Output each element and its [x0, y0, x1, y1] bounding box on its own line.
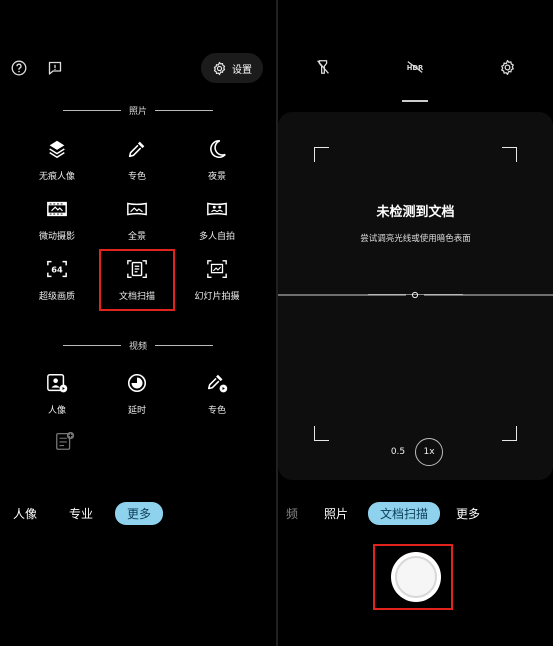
detection-status-title: 未检测到文档: [376, 205, 455, 220]
mode-seamless-portrait[interactable]: 无痕人像: [20, 130, 94, 190]
frame-corner-top-left: [314, 147, 329, 162]
layers-icon: [49, 140, 65, 158]
mode-menu-panel: 设置 照片 无痕人像 专色 夜景 微动摄影 全景 多人自拍 64 超级画质 文档…: [0, 0, 276, 646]
dropper-video-icon: [207, 374, 228, 393]
flash-off-icon: [317, 60, 329, 74]
mode-document-scan[interactable]: 文档扫描: [99, 249, 175, 311]
mode-spot-color[interactable]: 专色: [100, 130, 174, 190]
panorama-icon: [127, 202, 147, 216]
camera-viewfinder-panel: HDR 未检测到文档 尝试调亮光线或使用暗色表面 0.5 1x 频 照片 文档扫…: [278, 0, 553, 646]
document-scan-icon: [127, 260, 147, 278]
viewfinder[interactable]: 未检测到文档 尝试调亮光线或使用暗色表面 0.5 1x: [278, 112, 553, 480]
video-section-header: 视频: [0, 339, 276, 352]
gear-icon: [213, 61, 226, 75]
mode-tab-pro[interactable]: 专业: [69, 505, 93, 522]
settings-button[interactable]: 设置: [201, 53, 263, 83]
group-selfie-icon: [207, 202, 227, 216]
mode-panorama[interactable]: 全景: [100, 190, 174, 250]
mode-tab-document-scan[interactable]: 文档扫描: [368, 502, 441, 525]
mode-tab-video[interactable]: 频: [286, 505, 298, 522]
settings-label: 设置: [232, 64, 252, 76]
add-mode-icon: [56, 431, 75, 450]
slideshow-icon: [207, 260, 227, 278]
frame-corner-bottom-left: [314, 426, 329, 441]
mode-spot-color-video[interactable]: 专色: [180, 364, 254, 424]
mode-timelapse[interactable]: 延时: [100, 364, 174, 424]
photo-mode-grid: 无痕人像 专色 夜景 微动摄影 全景 多人自拍 64 超级画质 文档扫描 幻灯片…: [20, 130, 256, 311]
zoom-option-0-5[interactable]: 0.5: [386, 440, 410, 464]
frame-corner-top-right: [502, 147, 517, 162]
level-indicator: [278, 291, 553, 299]
gear-icon: [500, 59, 514, 75]
flash-off-button[interactable]: [312, 56, 334, 78]
mode-portrait-video[interactable]: 人像: [20, 364, 94, 424]
mode-group-selfie[interactable]: 多人自拍: [180, 190, 254, 250]
detection-status-hint: 尝试调亮光线或使用暗色表面: [360, 234, 471, 244]
help-button[interactable]: [8, 57, 30, 79]
right-mode-bar: 频 照片 文档扫描 更多: [286, 502, 500, 525]
shutter-button[interactable]: [391, 552, 441, 602]
zoom-option-1x[interactable]: 1x: [415, 438, 443, 466]
mode-micro-motion[interactable]: 微动摄影: [20, 190, 94, 250]
frame-corner-bottom-right: [502, 426, 517, 441]
timelapse-icon: [127, 373, 147, 393]
feedback-icon: [48, 61, 62, 75]
mode-super-quality[interactable]: 64 超级画质: [20, 250, 94, 310]
help-icon: [11, 60, 27, 76]
mode-slideshow[interactable]: 幻灯片拍摄: [180, 250, 254, 310]
mode-tab-more[interactable]: 更多: [115, 502, 164, 525]
mode-tab-more-right[interactable]: 更多: [456, 505, 480, 522]
mode-night[interactable]: 夜景: [180, 130, 254, 190]
add-mode-button[interactable]: [54, 430, 76, 452]
mode-tab-photo[interactable]: 照片: [324, 505, 348, 522]
video-section-title: 视频: [128, 342, 147, 352]
hdr-off-icon: HDR: [407, 61, 424, 73]
super-resolution-icon: 64: [47, 260, 67, 278]
photo-section-header: 照片: [0, 104, 276, 117]
top-indicator-bar: [402, 100, 428, 102]
svg-text:64: 64: [51, 265, 63, 275]
dropper-icon: [128, 141, 145, 158]
moon-icon: [210, 139, 226, 158]
camera-settings-button[interactable]: [496, 56, 518, 78]
shutter-highlight-frame: [373, 544, 453, 610]
film-icon: [47, 201, 67, 217]
mode-tab-portrait[interactable]: 人像: [13, 505, 37, 522]
feedback-button[interactable]: [44, 57, 66, 79]
svg-text:HDR: HDR: [407, 64, 424, 72]
portrait-video-icon: [47, 374, 68, 393]
left-mode-bar: 人像 专业 更多: [13, 502, 164, 525]
hdr-off-button[interactable]: HDR: [404, 56, 426, 78]
photo-section-title: 照片: [128, 107, 147, 117]
video-mode-grid: 人像 延时 专色: [20, 364, 256, 424]
